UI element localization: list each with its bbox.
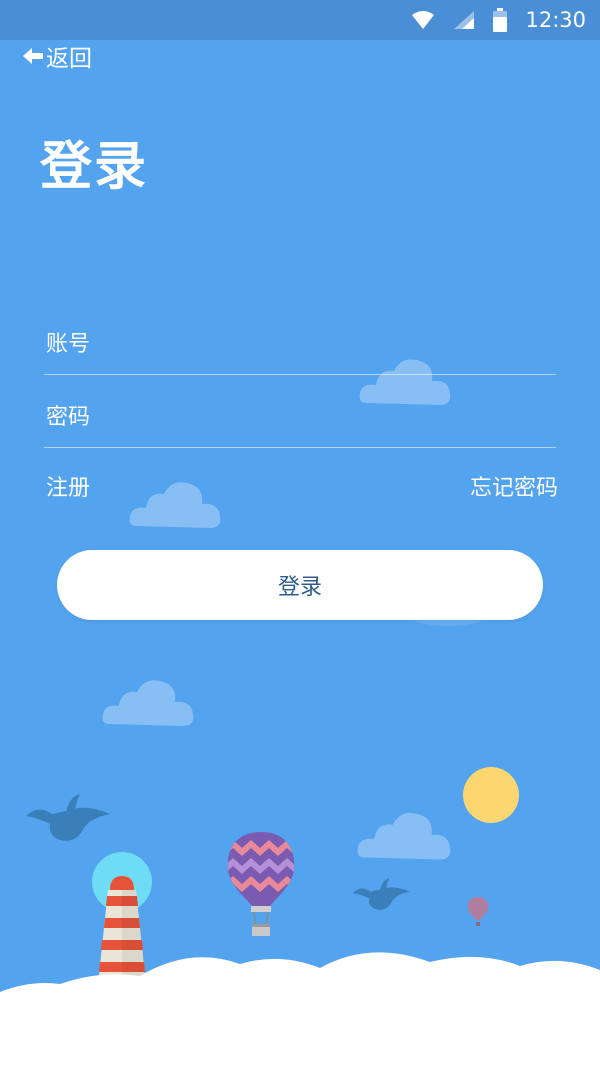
password-input[interactable] (44, 387, 560, 447)
hot-air-balloon-icon (467, 897, 489, 926)
cloud-icon (129, 482, 221, 528)
login-button[interactable]: 登录 (57, 550, 543, 620)
forgot-password-link[interactable]: 忘记密码 (470, 470, 558, 502)
bird-icon (352, 878, 410, 910)
status-bar: 12:30 (0, 0, 600, 40)
login-screen: 12:30 返回 登录 注册 忘记密码 登录 (0, 0, 600, 1067)
status-time: 12:30 (525, 8, 586, 32)
page-title: 登录 (40, 137, 149, 197)
sun-icon (463, 767, 519, 823)
bird-icon (26, 794, 110, 841)
battery-icon (493, 8, 508, 32)
cloud-icon (357, 812, 451, 860)
wifi-icon (412, 11, 435, 29)
arrow-left-icon (23, 48, 43, 64)
back-label: 返回 (46, 46, 92, 72)
account-field (44, 314, 560, 375)
status-icons: 12:30 (411, 0, 586, 40)
account-input[interactable] (44, 314, 560, 374)
register-link[interactable]: 注册 (46, 470, 90, 502)
cloud-bank (0, 952, 600, 1067)
password-field (44, 387, 560, 448)
cloud-icon (102, 680, 194, 726)
back-button[interactable]: 返回 (22, 40, 92, 72)
hot-air-balloon-icon (227, 832, 295, 936)
signal-icon (454, 11, 475, 29)
